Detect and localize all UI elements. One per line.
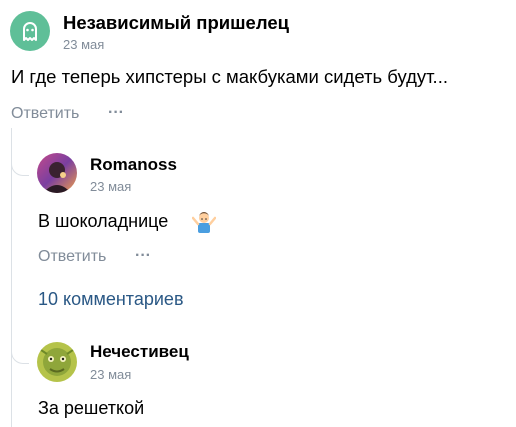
person-shrugging-icon: [191, 209, 217, 233]
reply-button[interactable]: Ответить: [11, 104, 79, 124]
comment-text: За решеткой: [38, 398, 145, 418]
comment-date[interactable]: 23 мая: [90, 179, 131, 195]
thread-connector: [11, 346, 29, 364]
comment-author[interactable]: Независимый пришелец: [63, 11, 289, 35]
comment-date[interactable]: 23 мая: [90, 367, 131, 383]
avatar[interactable]: [10, 11, 50, 51]
comment-author[interactable]: Нечестивец: [90, 341, 189, 363]
show-more-comments-link[interactable]: 10 комментариев: [38, 287, 184, 311]
thread-line: [11, 128, 12, 427]
ghost-icon: [23, 22, 37, 41]
more-options-button[interactable]: ···: [135, 247, 151, 265]
user-photo-icon: [37, 342, 77, 382]
comment-text: И где теперь хипстеры с макбуками сидеть…: [11, 66, 448, 87]
reply-button[interactable]: Ответить: [38, 247, 106, 267]
avatar[interactable]: [37, 153, 77, 193]
comment-text: В шоколаднице: [38, 211, 169, 231]
thread-connector: [11, 158, 29, 176]
comment-author[interactable]: Romanoss: [90, 154, 177, 176]
more-options-button[interactable]: ···: [108, 104, 124, 122]
avatar[interactable]: [37, 342, 77, 382]
comment-date[interactable]: 23 мая: [63, 37, 104, 53]
user-photo-icon: [37, 153, 77, 193]
